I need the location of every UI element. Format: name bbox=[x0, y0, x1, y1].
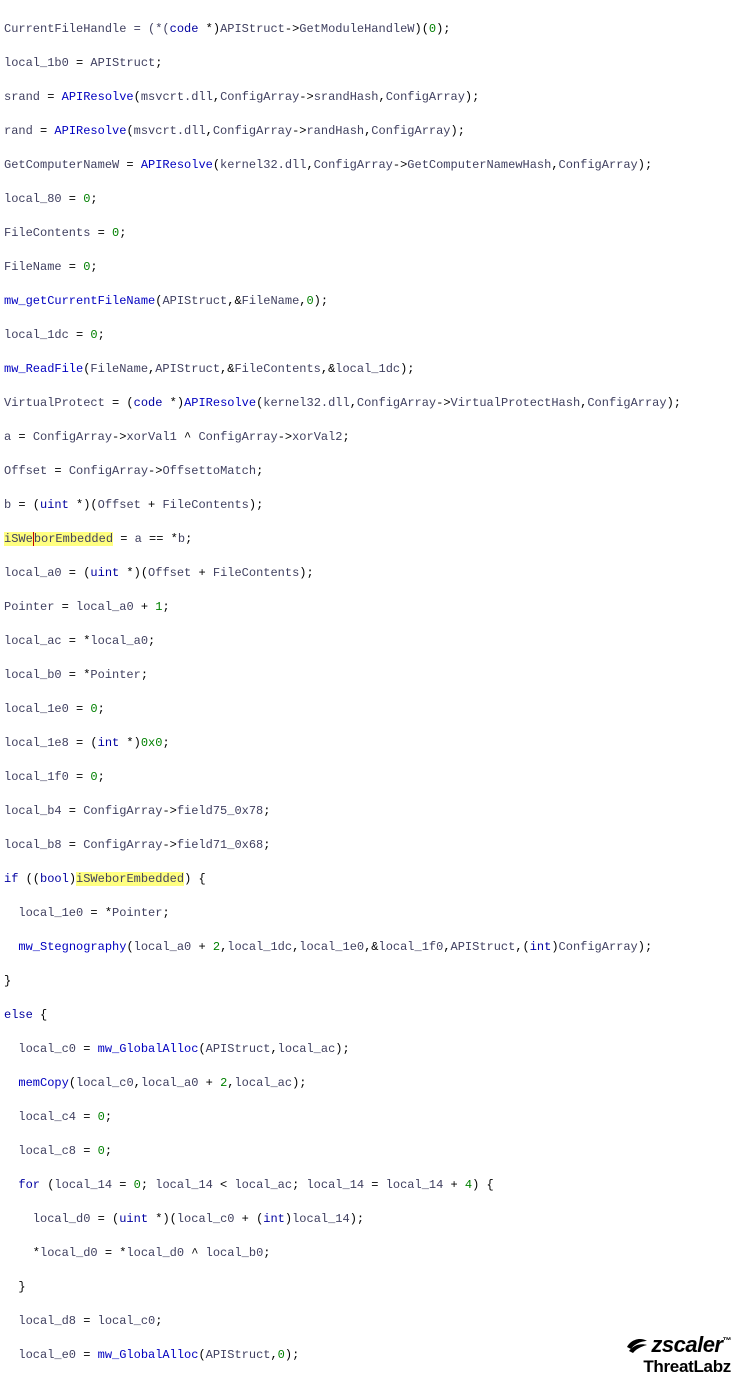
code-line: mw_ReadFile(FileName,APIStruct,&FileCont… bbox=[4, 361, 735, 378]
code-line: else { bbox=[4, 1007, 735, 1024]
code-line: } bbox=[4, 1279, 735, 1296]
code-line: local_c0 = mw_GlobalAlloc(APIStruct,loca… bbox=[4, 1041, 735, 1058]
code-line: VirtualProtect = (code *)APIResolve(kern… bbox=[4, 395, 735, 412]
code-line: local_1f0 = 0; bbox=[4, 769, 735, 786]
code-line: local_c8 = 0; bbox=[4, 1143, 735, 1160]
code-line: local_1b0 = APIStruct; bbox=[4, 55, 735, 72]
code-line: *local_d0 = *local_d0 ^ local_b0; bbox=[4, 1245, 735, 1262]
code-line: memCopy(local_c0,local_a0 + 2,local_ac); bbox=[4, 1075, 735, 1092]
code-line: GetComputerNameW = APIResolve(kernel32.d… bbox=[4, 157, 735, 174]
code-line: CurrentFileHandle = (*(code *)APIStruct-… bbox=[4, 21, 735, 38]
code-line: Pointer = local_a0 + 1; bbox=[4, 599, 735, 616]
code-line: for (local_14 = 0; local_14 < local_ac; … bbox=[4, 1177, 735, 1194]
code-line: local_c4 = 0; bbox=[4, 1109, 735, 1126]
code-line: local_a0 = (uint *)(Offset + FileContent… bbox=[4, 565, 735, 582]
code-line: rand = APIResolve(msvcrt.dll,ConfigArray… bbox=[4, 123, 735, 140]
code-line: b = (uint *)(Offset + FileContents); bbox=[4, 497, 735, 514]
code-line: Offset = ConfigArray->OffsettoMatch; bbox=[4, 463, 735, 480]
code-line: local_b0 = *Pointer; bbox=[4, 667, 735, 684]
code-line: local_1e0 = 0; bbox=[4, 701, 735, 718]
code-line: local_1e8 = (int *)0x0; bbox=[4, 735, 735, 752]
code-line: local_ac = *local_a0; bbox=[4, 633, 735, 650]
code-line: local_1dc = 0; bbox=[4, 327, 735, 344]
code-line: if ((bool)iSWeborEmbedded) { bbox=[4, 871, 735, 888]
code-line: } bbox=[4, 973, 735, 990]
code-line: local_b8 = ConfigArray->field71_0x68; bbox=[4, 837, 735, 854]
threatlabz-logo: ThreatLabz bbox=[625, 1358, 731, 1377]
code-line: mw_getCurrentFileName(APIStruct,&FileNam… bbox=[4, 293, 735, 310]
watermark-logos: zscaler™ ThreatLabz bbox=[625, 1333, 731, 1377]
zscaler-logo: zscaler™ bbox=[625, 1333, 731, 1359]
code-line: a = ConfigArray->xorVal1 ^ ConfigArray->… bbox=[4, 429, 735, 446]
code-line: FileContents = 0; bbox=[4, 225, 735, 242]
zscaler-swoosh-icon bbox=[625, 1333, 649, 1358]
code-line: mw_Stegnography(local_a0 + 2,local_1dc,l… bbox=[4, 939, 735, 956]
code-line-highlighted: iSWeborEmbedded = a == *b; bbox=[4, 531, 735, 548]
code-line: local_80 = 0; bbox=[4, 191, 735, 208]
code-line: local_1e0 = *Pointer; bbox=[4, 905, 735, 922]
code-line: local_b4 = ConfigArray->field75_0x78; bbox=[4, 803, 735, 820]
decompiled-code-block: CurrentFileHandle = (*(code *)APIStruct-… bbox=[4, 4, 735, 1381]
code-line: srand = APIResolve(msvcrt.dll,ConfigArra… bbox=[4, 89, 735, 106]
code-line: FileName = 0; bbox=[4, 259, 735, 276]
code-line: local_d8 = local_c0; bbox=[4, 1313, 735, 1330]
code-line: local_d0 = (uint *)(local_c0 + (int)loca… bbox=[4, 1211, 735, 1228]
